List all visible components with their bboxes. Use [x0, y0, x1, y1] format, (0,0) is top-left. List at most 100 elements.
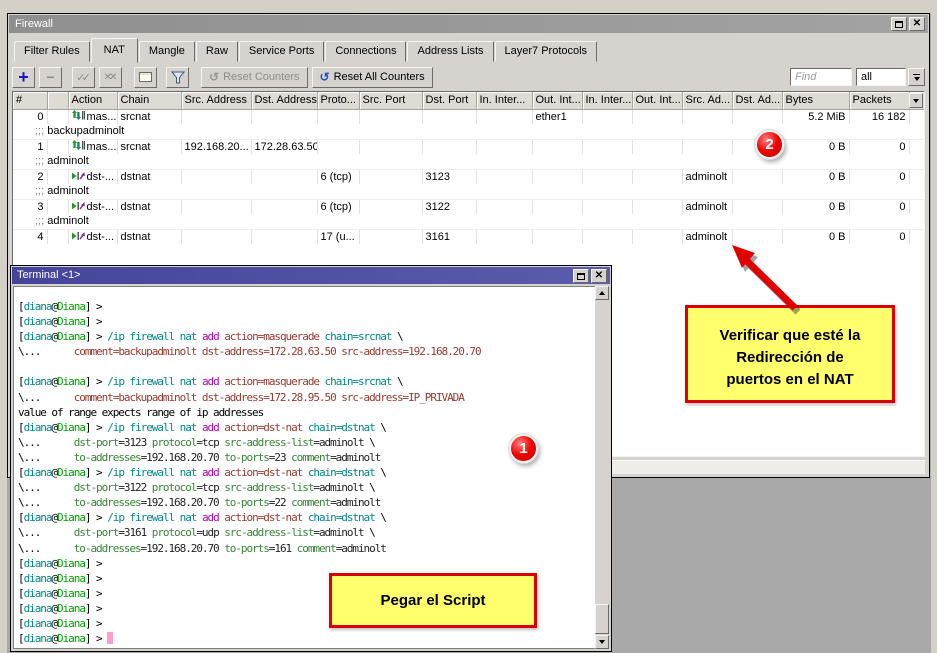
dst-nat-icon — [72, 200, 85, 214]
disable-rule-button[interactable]: ✕✕ — [99, 67, 122, 88]
filter-button[interactable] — [166, 67, 189, 88]
firewall-rule-row[interactable]: 0mas...srcnatether15.2 MiB16 182 — [13, 109, 924, 124]
column-header[interactable]: Src. Port — [359, 92, 422, 109]
comment-row[interactable]: ;;; adminolt — [13, 214, 924, 229]
close-icon: ✕ — [595, 271, 603, 281]
terminal-line: \... to-addresses=192.168.20.70 to-ports… — [18, 450, 595, 465]
maximize-icon — [577, 273, 585, 280]
comment-row[interactable]: ;;; adminolt — [13, 184, 924, 199]
firewall-tabbar: Filter RulesNATMangleRawService PortsCon… — [14, 35, 923, 62]
terminal-line: [diana@Diana] > — [18, 631, 595, 646]
scrollbar-thumb[interactable] — [595, 604, 609, 634]
terminal-line: \... comment=backupadminolt dst-address=… — [18, 344, 595, 359]
enable-rule-button[interactable]: ✓✓ — [72, 67, 95, 88]
tab-service-ports[interactable]: Service Ports — [239, 41, 324, 62]
cross-icon: ✕✕ — [104, 72, 115, 83]
column-header[interactable]: Packets — [849, 92, 909, 109]
column-header[interactable]: Out. Int... — [632, 92, 682, 109]
column-header[interactable]: In. Inter... — [476, 92, 532, 109]
callout-text-line: Verificar que esté la — [688, 325, 892, 347]
terminal-line: [diana@Diana] > /ip firewall nat add act… — [18, 420, 595, 435]
tab-layer7-protocols[interactable]: Layer7 Protocols — [495, 41, 598, 62]
funnel-icon — [171, 71, 185, 84]
filter-scope-dropdown[interactable]: all — [856, 68, 906, 86]
terminal-close-button[interactable]: ✕ — [591, 269, 607, 283]
terminal-line: \... dst-port=3161 protocol=udp src-addr… — [18, 525, 595, 540]
note-icon — [139, 72, 152, 82]
masquerade-icon — [72, 140, 85, 154]
column-header[interactable]: Out. Int... — [532, 92, 582, 109]
tab-raw[interactable]: Raw — [196, 41, 238, 62]
column-header[interactable] — [47, 92, 68, 109]
dst-nat-icon — [72, 230, 85, 244]
tab-nat[interactable]: NAT — [91, 38, 138, 63]
terminal-line: value of range expects range of ip addre… — [18, 405, 595, 420]
tab-filter-rules[interactable]: Filter Rules — [14, 41, 90, 62]
maximize-button[interactable] — [891, 17, 907, 31]
callout-text-line: puertos en el NAT — [688, 369, 892, 391]
reset-all-icon: ↺ — [320, 70, 330, 84]
firewall-rule-row[interactable]: 2dst-...dstnat6 (tcp)3123adminolt0 B0 — [13, 169, 924, 184]
tab-address-lists[interactable]: Address Lists — [407, 41, 493, 62]
terminal-titlebar[interactable]: Terminal <1> ✕ — [12, 267, 610, 284]
screen: { "firewall_window": { "title": "Firewal… — [0, 0, 937, 653]
maximize-icon — [895, 21, 903, 28]
reset-all-counters-button[interactable]: ↺ Reset All Counters — [312, 67, 433, 88]
column-header[interactable]: Action — [68, 92, 117, 109]
tab-mangle[interactable]: Mangle — [139, 41, 195, 62]
column-header[interactable]: # — [13, 92, 47, 109]
terminal-line: [diana@Diana] > /ip firewall nat add act… — [18, 510, 595, 525]
masquerade-icon — [72, 110, 85, 124]
terminal-line: \... dst-port=3122 protocol=tcp src-addr… — [18, 480, 595, 495]
terminal-line: [diana@Diana] > /ip firewall nat add act… — [18, 329, 595, 344]
chevron-down-icon — [913, 74, 920, 75]
reset-counters-button[interactable]: ↺ Reset Counters — [201, 67, 308, 88]
firewall-rule-row[interactable]: 3dst-...dstnat6 (tcp)3122adminolt0 B0 — [13, 199, 924, 214]
scroll-up-button[interactable] — [595, 286, 609, 300]
add-rule-button[interactable]: + — [12, 67, 35, 88]
terminal-line — [18, 359, 595, 374]
terminal-line: [diana@Diana] > — [18, 556, 595, 571]
close-icon: ✕ — [913, 19, 921, 29]
terminal-window-title: Terminal <1> — [17, 269, 81, 281]
nat-table: # ActionChainSrc. AddressDst. AddressProt… — [13, 92, 925, 244]
terminal-cursor — [107, 632, 113, 644]
find-input[interactable] — [790, 68, 852, 86]
terminal-scrollbar[interactable] — [595, 286, 609, 649]
column-header[interactable]: Dst. Ad... — [732, 92, 782, 109]
column-selector-button[interactable] — [909, 93, 923, 108]
comment-row[interactable]: ;;; adminolt — [13, 154, 924, 169]
filter-scope-dropdown-button[interactable] — [908, 68, 925, 86]
terminal-line: [diana@Diana] > /ip firewall nat add act… — [18, 465, 595, 480]
column-header[interactable]: Src. Ad... — [682, 92, 732, 109]
column-header[interactable]: Src. Address — [181, 92, 251, 109]
firewall-rule-row[interactable]: 1mas...srcnat192.168.20...172.28.63.500 … — [13, 139, 924, 154]
annotation-badge-2: 2 — [755, 130, 784, 159]
firewall-titlebar[interactable]: Firewall ✕ — [9, 15, 928, 33]
column-header[interactable]: Dst. Address — [251, 92, 317, 109]
plus-icon: + — [18, 69, 29, 85]
terminal-line: [diana@Diana] > /ip firewall nat add act… — [18, 374, 595, 389]
column-header[interactable]: Chain — [117, 92, 181, 109]
annotation-badge-1: 1 — [509, 434, 538, 463]
terminal-line: \... to-addresses=192.168.20.70 to-ports… — [18, 495, 595, 510]
column-header[interactable]: In. Inter... — [582, 92, 632, 109]
scroll-down-button[interactable] — [595, 635, 609, 649]
column-header[interactable]: Dst. Port — [422, 92, 476, 109]
tab-connections[interactable]: Connections — [325, 41, 406, 62]
comment-button[interactable] — [134, 67, 157, 88]
terminal-line: [diana@Diana] > — [18, 299, 595, 314]
remove-rule-button[interactable]: − — [39, 67, 62, 88]
column-header[interactable]: Bytes — [782, 92, 849, 109]
check-icon: ✓✓ — [76, 71, 86, 84]
firewall-window-title: Firewall — [15, 18, 53, 30]
firewall-toolbar: + − ✓✓ ✕✕ ↺ Reset Counters ↺ Reset All C… — [12, 64, 925, 90]
close-button[interactable]: ✕ — [909, 17, 925, 31]
reset-icon: ↺ — [209, 70, 219, 84]
table-header-row: # ActionChainSrc. AddressDst. AddressProt… — [13, 92, 924, 109]
comment-row[interactable]: ;;; backupadminolt — [13, 124, 924, 139]
terminal-maximize-button[interactable] — [573, 269, 589, 283]
callout-text-line: Redirección de — [688, 347, 892, 369]
terminal-line: \... comment=backupadminolt dst-address=… — [18, 390, 595, 405]
column-header[interactable]: Proto... — [317, 92, 359, 109]
